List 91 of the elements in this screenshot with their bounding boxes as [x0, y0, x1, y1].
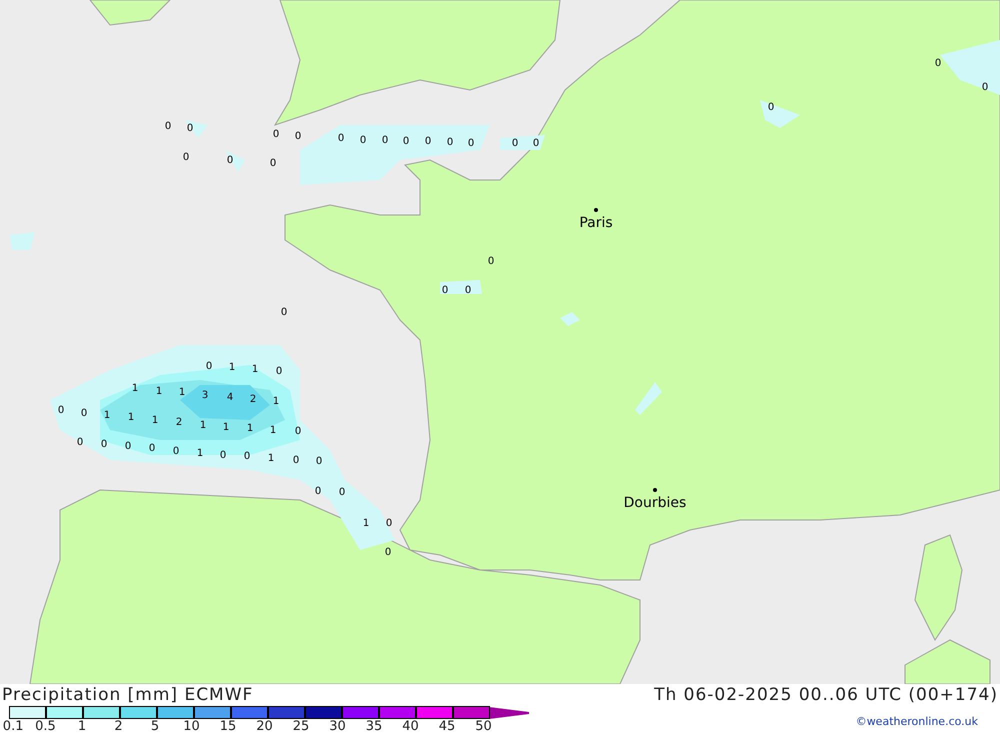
- legend-tick: 15: [220, 719, 236, 733]
- precipitation-value: 0: [384, 547, 392, 558]
- legend-tick: 1: [78, 719, 86, 733]
- precipitation-value: 0: [338, 133, 344, 144]
- precipitation-value: 0: [532, 138, 540, 149]
- legend-tick: 10: [183, 719, 200, 733]
- precipitation-value: 1: [362, 518, 370, 529]
- precipitation-value: 0: [276, 366, 282, 377]
- precipitation-value: 0: [982, 82, 988, 93]
- precipitation-value: 1: [246, 423, 254, 434]
- precipitation-value: 1: [178, 387, 186, 398]
- precipitation-value: 0: [512, 138, 518, 149]
- precipitation-value: 0: [280, 307, 288, 318]
- precipitation-value: 0: [58, 405, 64, 416]
- precipitation-value: 0: [402, 136, 410, 147]
- precipitation-value: 2: [250, 394, 256, 405]
- legend-tick: 45: [438, 719, 456, 733]
- precipitation-area: [560, 312, 580, 326]
- precipitation-value: 1: [128, 412, 134, 423]
- precipitation-value: 1: [152, 415, 158, 426]
- precipitation-value: 1: [252, 364, 258, 375]
- precipitation-value: 0: [182, 152, 190, 163]
- city-dot: [594, 208, 598, 212]
- precipitation-value: 0: [76, 437, 84, 448]
- city-label: Dourbies: [624, 495, 686, 511]
- precipitation-value: 0: [294, 426, 302, 437]
- precipitation-value: 0: [124, 441, 132, 452]
- precipitation-value: 0: [164, 121, 172, 132]
- precipitation-value: 1: [196, 448, 204, 459]
- precipitation-value: 0: [294, 131, 302, 142]
- precipitation-value: 0: [442, 285, 448, 296]
- precipitation-value: 0: [220, 450, 226, 461]
- precipitation-value: 0: [468, 138, 474, 149]
- precipitation-value: 0: [424, 136, 432, 147]
- precipitation-value: 1: [132, 383, 138, 394]
- city-dot: [653, 488, 657, 492]
- precipitation-value: 1: [272, 396, 280, 407]
- precipitation-value: 4: [226, 392, 234, 403]
- precipitation-area: [760, 100, 800, 128]
- precipitation-value: 0: [934, 58, 942, 69]
- precipitation-value: 0: [314, 486, 322, 497]
- precipitation-value: 0: [226, 155, 234, 166]
- precipitation-value: 0: [244, 451, 250, 462]
- precipitation-value: 3: [202, 390, 208, 401]
- precipitation-value: 0: [464, 285, 472, 296]
- precipitation-value: 0: [382, 135, 388, 146]
- precipitation-value: 1: [228, 362, 236, 373]
- legend-tick: 5: [150, 719, 160, 733]
- precipitation-value: 0: [148, 443, 156, 454]
- precipitation-area: [225, 150, 245, 172]
- legend-arrow-icon: [490, 706, 529, 718]
- precipitation-area: [500, 135, 545, 150]
- precipitation-value: 1: [104, 410, 110, 421]
- city-label: Paris: [579, 215, 613, 231]
- legend-tick: 30: [329, 719, 346, 733]
- precipitation-value: 1: [156, 386, 162, 397]
- precipitation-value: 0: [316, 456, 322, 467]
- precipitation-value: 0: [360, 135, 366, 146]
- map-title: Precipitation [mm] ECMWF: [2, 685, 254, 705]
- precipitation-value: 0: [338, 487, 346, 498]
- precipitation-value: 0: [386, 518, 392, 529]
- precipitation-area: [635, 382, 662, 415]
- precipitation-value: 0: [272, 129, 280, 140]
- credit-link[interactable]: ©weatheronline.co.uk: [856, 715, 978, 728]
- legend-tick: 0.1: [2, 719, 24, 733]
- legend-tick: 40: [402, 719, 419, 733]
- precipitation-value: 1: [200, 420, 206, 431]
- precipitation-value: 0: [488, 256, 494, 267]
- precipitation-area: [940, 40, 1000, 95]
- precipitation-area: [10, 232, 35, 250]
- precipitation-value: 2: [176, 417, 182, 428]
- precipitation-value: 0: [186, 123, 194, 134]
- precipitation-value: 0: [270, 158, 276, 169]
- legend-tick: 20: [256, 719, 273, 733]
- precipitation-value: 0: [768, 102, 774, 113]
- precipitation-value: 1: [270, 425, 276, 436]
- precipitation-value: 0: [292, 455, 300, 466]
- legend-tick: 35: [366, 719, 382, 733]
- valid-time: Th 06-02-2025 00..06 UTC (00+174): [654, 685, 998, 705]
- legend-tick: 2: [114, 719, 123, 733]
- legend-tick: 25: [292, 719, 310, 733]
- precipitation-value: 1: [222, 422, 230, 433]
- precipitation-value: 0: [446, 137, 454, 148]
- precipitation-area: [185, 120, 208, 138]
- precipitation-value: 0: [206, 361, 212, 372]
- precipitation-value: 0: [100, 439, 108, 450]
- precipitation-value: 0: [80, 408, 88, 419]
- legend-tick: 0.5: [35, 719, 56, 733]
- precipitation-value: 1: [268, 453, 274, 464]
- precipitation-value: 0: [172, 446, 180, 457]
- legend-tick: 50: [475, 719, 492, 733]
